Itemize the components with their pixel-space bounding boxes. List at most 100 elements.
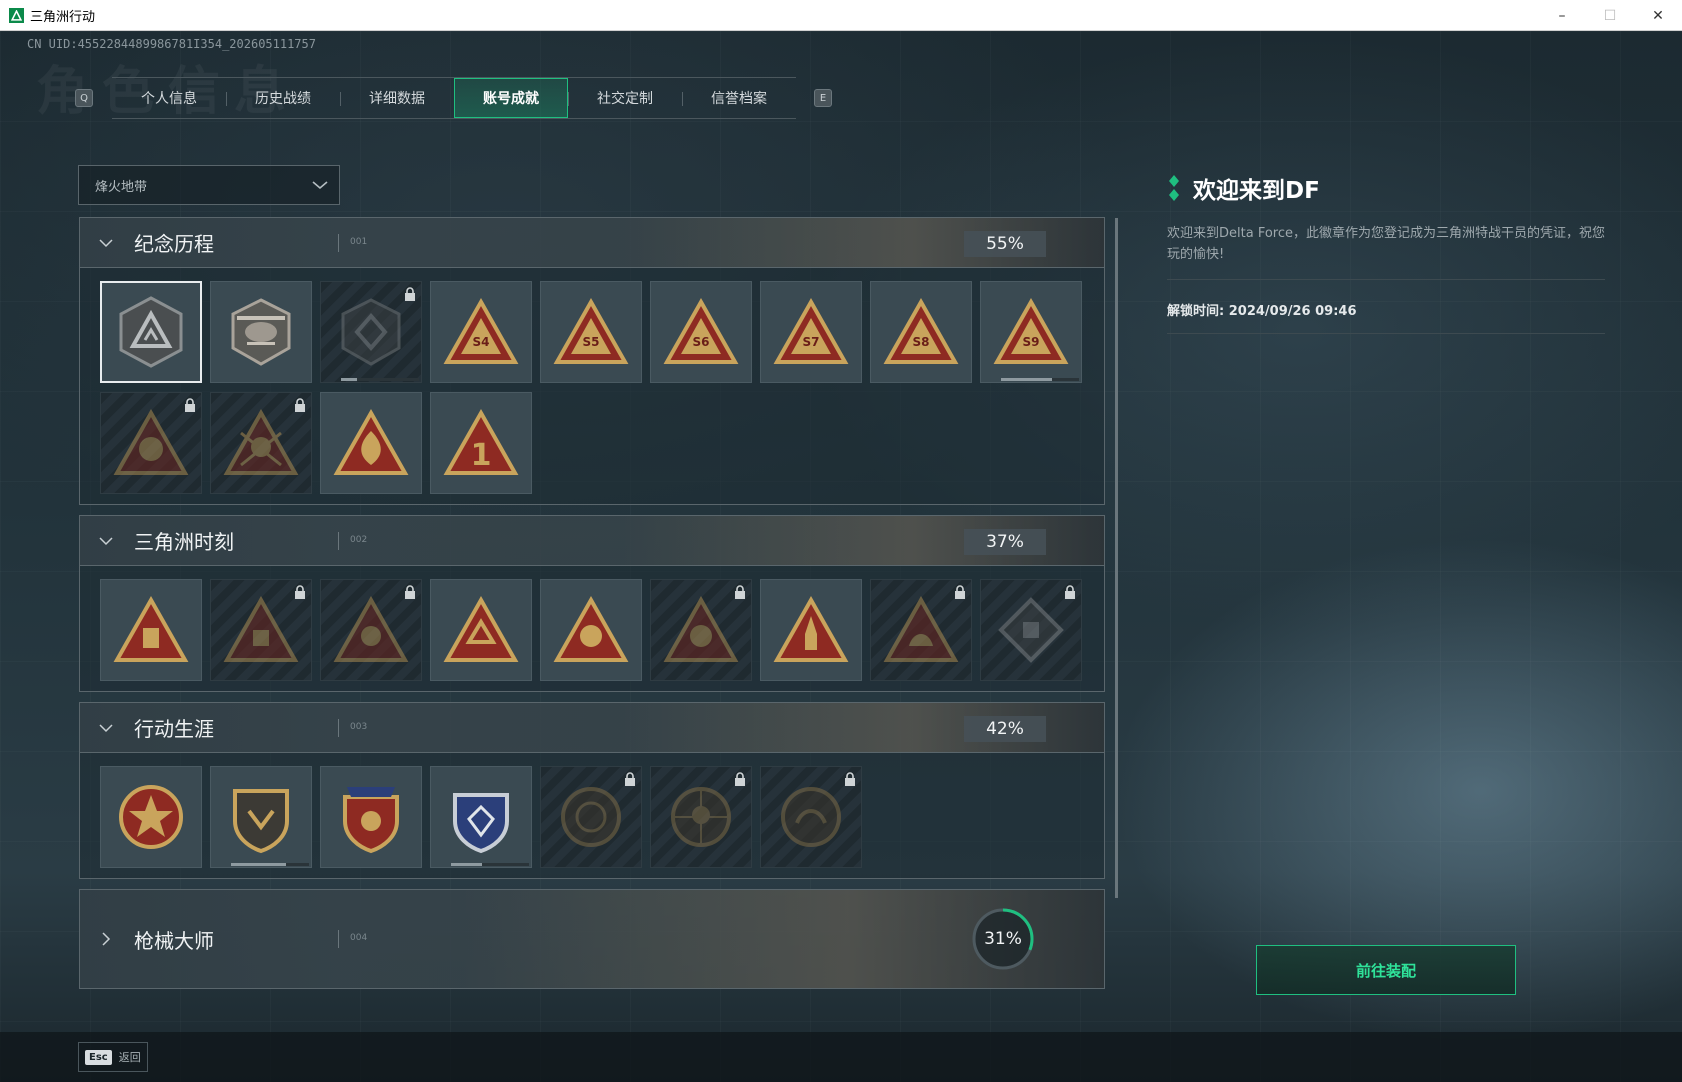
badge-locked[interactable] xyxy=(980,579,1082,681)
section-header[interactable]: 纪念历程 001 55% xyxy=(80,218,1104,268)
esc-key: Esc xyxy=(85,1049,112,1065)
triangle-emblem-icon xyxy=(113,595,189,662)
svg-text:S4: S4 xyxy=(473,335,490,349)
flame-triangle-emblem-icon xyxy=(333,408,409,475)
badge-grid xyxy=(80,566,1104,691)
tab-history[interactable]: 历史战绩 xyxy=(226,78,340,118)
badge-locked[interactable] xyxy=(650,766,752,868)
window-titlebar: 三角洲行动 – ☐ ✕ xyxy=(0,0,1682,31)
svg-text:S6: S6 xyxy=(693,335,710,349)
section-title: 行动生涯 xyxy=(134,717,214,741)
badge-anniversary[interactable] xyxy=(320,392,422,494)
season-triangle-emblem-icon: S4 xyxy=(443,297,519,364)
diamond-emblem-icon xyxy=(998,597,1064,663)
season-triangle-emblem-icon: S5 xyxy=(553,297,629,364)
season-triangle-emblem-icon: S6 xyxy=(663,297,739,364)
badge-locked[interactable] xyxy=(760,766,862,868)
badge-locked[interactable] xyxy=(320,579,422,681)
lock-icon xyxy=(955,585,965,599)
triangle-emblem-icon xyxy=(443,595,519,662)
section-header[interactable]: 三角洲时刻 002 37% xyxy=(80,516,1104,566)
badge-season-4[interactable]: S4 xyxy=(430,281,532,383)
section-memorial: 纪念历程 001 55% S4 S5 S6 S7 S8 S9 1 xyxy=(79,217,1105,505)
badge-moment[interactable] xyxy=(430,579,532,681)
badge-career[interactable] xyxy=(320,766,422,868)
tab-personal-info[interactable]: 个人信息 xyxy=(112,78,226,118)
section-weapon-master: 枪械大师 004 31% xyxy=(79,889,1105,989)
tab-detailed-data[interactable]: 详细数据 xyxy=(340,78,454,118)
tab-bar: Q 个人信息 历史战绩 详细数据 账号成就 社交定制 信誉档案 E xyxy=(75,77,832,119)
mode-dropdown[interactable]: 烽火地带 xyxy=(78,165,340,205)
helicopter-emblem-icon xyxy=(231,298,291,366)
back-button[interactable]: Esc 返回 xyxy=(78,1042,148,1072)
season-triangle-emblem-icon: S7 xyxy=(773,297,849,364)
lock-icon xyxy=(625,772,635,786)
maximize-button[interactable]: ☐ xyxy=(1586,0,1634,31)
detail-title: 欢迎来到DF xyxy=(1193,178,1320,204)
tab-achievements[interactable]: 账号成就 xyxy=(454,78,568,118)
tab-prev-key[interactable]: Q xyxy=(75,89,93,107)
close-button[interactable]: ✕ xyxy=(1634,0,1682,31)
triangle-emblem-icon xyxy=(333,595,409,662)
triangle-emblem-icon xyxy=(883,595,959,662)
badge-season-6[interactable]: S6 xyxy=(650,281,752,383)
lock-icon xyxy=(405,585,415,599)
go-equip-button[interactable]: 前往装配 xyxy=(1256,945,1516,995)
badge-season-5[interactable]: S5 xyxy=(540,281,642,383)
chevron-right-icon xyxy=(102,932,111,946)
list-scrollbar[interactable] xyxy=(1115,218,1118,898)
badge-season-7[interactable]: S7 xyxy=(760,281,862,383)
badge-helicopter[interactable] xyxy=(210,281,312,383)
section-percent: 42% xyxy=(964,716,1046,742)
season-triangle-emblem-icon: S9 xyxy=(993,297,1069,364)
badge-locked[interactable] xyxy=(210,392,312,494)
delta-hex-emblem-icon xyxy=(119,296,183,368)
skull-coin-icon xyxy=(671,787,731,847)
section-career: 行动生涯 003 42% xyxy=(79,702,1105,879)
badge-detail-panel: 欢迎来到DF 欢迎来到Delta Force，此徽章作为您登记成为三角洲特战干员… xyxy=(1167,171,1605,334)
tab-social[interactable]: 社交定制 xyxy=(568,78,682,118)
badge-season-9[interactable]: S9 xyxy=(980,281,1082,383)
triangle-emblem-icon xyxy=(663,595,739,662)
badge-locked[interactable] xyxy=(320,281,422,383)
lock-icon xyxy=(1065,585,1075,599)
user-uid: CN UID:4552284489986781I354_202605111757 xyxy=(27,37,316,51)
chevron-down-icon xyxy=(99,536,113,545)
minimize-button[interactable]: – xyxy=(1538,0,1586,31)
lock-icon xyxy=(735,585,745,599)
lock-icon xyxy=(185,398,195,412)
season-triangle-emblem-icon: S8 xyxy=(883,297,959,364)
game-screen: 角色信息 CN UID:4552284489986781I354_2026051… xyxy=(0,31,1682,1082)
tab-reputation[interactable]: 信誉档案 xyxy=(682,78,796,118)
badge-number-one[interactable]: 1 xyxy=(430,392,532,494)
svg-text:1: 1 xyxy=(471,438,492,473)
section-header[interactable]: 行动生涯 003 42% xyxy=(80,703,1104,753)
badge-season-8[interactable]: S8 xyxy=(870,281,972,383)
badge-career[interactable] xyxy=(210,766,312,868)
badge-career[interactable] xyxy=(430,766,532,868)
badge-locked[interactable] xyxy=(210,579,312,681)
tab-next-key[interactable]: E xyxy=(814,89,832,107)
section-header[interactable]: 枪械大师 004 31% xyxy=(80,890,1104,988)
mode-dropdown-value: 烽火地带 xyxy=(95,179,148,195)
lock-icon xyxy=(295,585,305,599)
shield-medal-icon xyxy=(453,793,509,854)
badge-career[interactable] xyxy=(100,766,202,868)
back-label: 返回 xyxy=(118,1051,141,1064)
badge-moment[interactable] xyxy=(760,579,862,681)
badge-locked[interactable] xyxy=(870,579,972,681)
section-number: 004 xyxy=(350,933,368,943)
hex-emblem-icon xyxy=(341,298,401,366)
badge-locked[interactable] xyxy=(540,766,642,868)
badge-locked[interactable] xyxy=(100,392,202,494)
chevron-down-icon xyxy=(99,723,113,732)
achievement-list: 纪念历程 001 55% S4 S5 S6 S7 S8 S9 1 三角洲时刻 0… xyxy=(79,217,1105,994)
badge-moment[interactable] xyxy=(540,579,642,681)
badge-moment[interactable] xyxy=(100,579,202,681)
badge-locked[interactable] xyxy=(650,579,752,681)
section-percent: 31% xyxy=(984,929,1022,949)
detail-description: 欢迎来到Delta Force，此徽章作为您登记成为三角洲特战干员的凭证，祝您玩… xyxy=(1167,223,1605,280)
section-number: 001 xyxy=(350,237,368,247)
badge-welcome-df[interactable] xyxy=(100,281,202,383)
diamond-marker-icon xyxy=(1169,175,1179,201)
